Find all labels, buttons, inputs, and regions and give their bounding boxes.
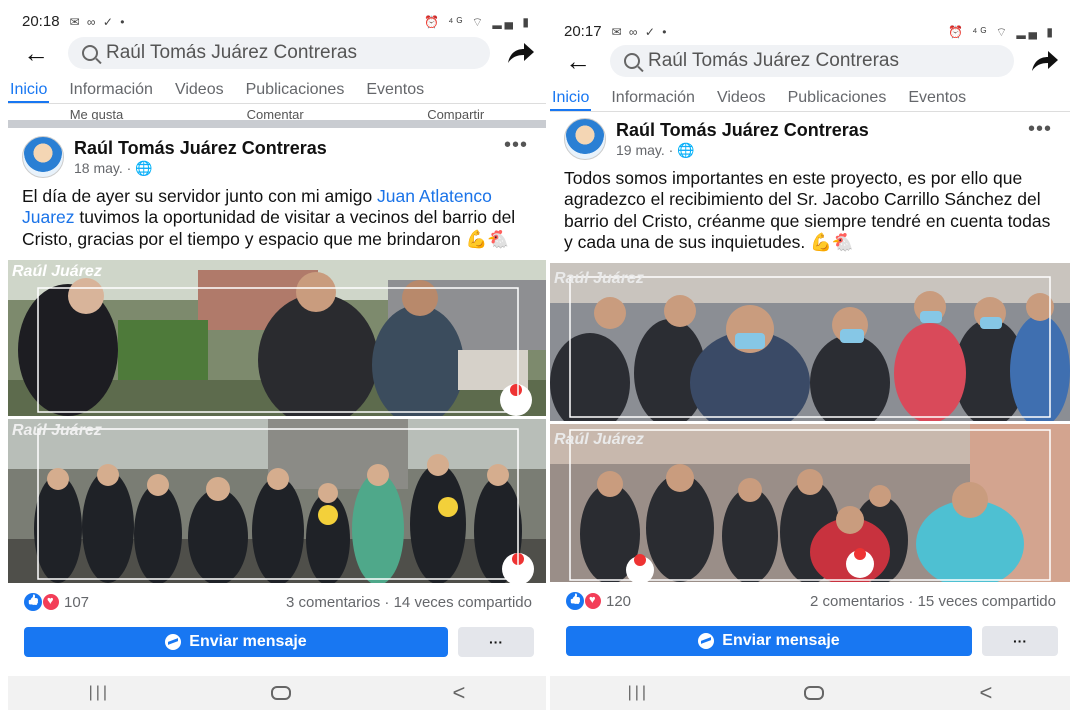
post-header: Raúl Tomás Juárez Contreras 19 may. · 🌐 … bbox=[550, 112, 1070, 164]
photo-watermark: Raúl Juárez bbox=[12, 422, 102, 439]
send-message-label: Enviar mensaje bbox=[189, 633, 307, 651]
reactions-bar: 107 3 comentarios · 14 veces compartido bbox=[8, 583, 546, 621]
tab-eventos[interactable]: Eventos bbox=[366, 81, 424, 99]
recent-apps-icon[interactable]: ||| bbox=[89, 684, 110, 702]
home-icon[interactable] bbox=[271, 686, 292, 700]
action-buttons: Enviar mensaje ··· bbox=[550, 620, 1070, 657]
tab-informacion[interactable]: Información bbox=[69, 81, 153, 99]
reaction-count: 107 bbox=[64, 593, 90, 611]
recent-apps-icon[interactable]: ||| bbox=[628, 684, 649, 702]
reactions-bar: 120 2 comentarios · 15 veces compartido bbox=[550, 582, 1070, 620]
home-icon[interactable] bbox=[804, 686, 825, 700]
messenger-icon bbox=[698, 633, 715, 650]
notification-icons: ✉ ∞ ✓ • bbox=[69, 14, 127, 29]
send-message-button[interactable]: Enviar mensaje bbox=[24, 627, 448, 658]
love-icon bbox=[42, 593, 60, 612]
reaction-summary[interactable]: 120 bbox=[566, 592, 632, 611]
page-tabs: Inicio Información Videos Publicaciones … bbox=[550, 82, 1070, 112]
globe-icon: 🌐 bbox=[677, 141, 695, 158]
top-bar: ← Raúl Tomás Juárez Contreras bbox=[8, 32, 546, 74]
left-screenshot: 20:18 ✉ ∞ ✓ • ⏰ ⁴ᴳ ⌔ ▂▄ ▮ ← Raúl Tomás J… bbox=[8, 0, 546, 710]
top-bar: ← Raúl Tomás Juárez Contreras bbox=[550, 40, 1070, 82]
photo-watermark: Raúl Juárez bbox=[554, 431, 644, 448]
photo-watermark: Raúl Juárez bbox=[12, 263, 102, 280]
previous-post-actions: Me gusta Comentar Compartir bbox=[8, 104, 546, 120]
post-date-text: 19 may. · bbox=[616, 141, 678, 158]
search-icon bbox=[624, 53, 640, 69]
share-action[interactable]: Compartir bbox=[427, 108, 484, 120]
search-text: Raúl Tomás Juárez Contreras bbox=[106, 42, 357, 63]
status-time: 20:17 bbox=[564, 23, 602, 40]
android-nav-bar: ||| < bbox=[550, 676, 1070, 710]
post-author[interactable]: Raúl Tomás Juárez Contreras bbox=[616, 120, 869, 141]
search-icon bbox=[82, 45, 98, 61]
status-time: 20:18 bbox=[22, 13, 60, 30]
avatar[interactable] bbox=[22, 136, 64, 178]
back-arrow-icon[interactable]: ← bbox=[560, 48, 596, 74]
post-photo-top[interactable]: Raúl Juárez bbox=[8, 260, 546, 417]
more-dots-icon[interactable]: ••• bbox=[504, 134, 528, 157]
status-bar: 20:18 ✉ ∞ ✓ • ⏰ ⁴ᴳ ⌔ ▂▄ ▮ bbox=[8, 0, 546, 32]
page-tabs: Inicio Información Videos Publicaciones … bbox=[8, 74, 546, 104]
post-text: El día de ayer su servidor junto con mi … bbox=[8, 182, 546, 260]
post-photo-bottom[interactable]: Raúl Juárez bbox=[550, 424, 1070, 583]
comment-action[interactable]: Comentar bbox=[247, 108, 304, 120]
globe-icon: 🌐 bbox=[135, 159, 153, 176]
tab-publicaciones[interactable]: Publicaciones bbox=[788, 89, 887, 107]
post-text-part: El día de ayer su servidor junto con mi … bbox=[22, 186, 378, 206]
post-date: 19 may. · 🌐 bbox=[616, 142, 869, 159]
send-message-button[interactable]: Enviar mensaje bbox=[566, 626, 972, 657]
share-arrow-icon[interactable] bbox=[504, 41, 536, 65]
right-screenshot: 20:17 ✉ ∞ ✓ • ⏰ ⁴ᴳ ⌔ ▂▄ ▮ ← Raúl Tomás J… bbox=[550, 0, 1070, 710]
more-options-button[interactable]: ··· bbox=[982, 626, 1058, 657]
more-dots-icon[interactable]: ••• bbox=[1028, 118, 1052, 141]
search-field[interactable]: Raúl Tomás Juárez Contreras bbox=[610, 45, 1014, 77]
like-icon bbox=[24, 593, 42, 612]
like-icon bbox=[566, 592, 584, 611]
post-separator bbox=[8, 120, 546, 128]
action-buttons: Enviar mensaje ··· bbox=[8, 621, 546, 658]
love-icon bbox=[584, 592, 602, 611]
notification-icons: ✉ ∞ ✓ • bbox=[611, 24, 669, 39]
nav-back-icon[interactable]: < bbox=[980, 680, 993, 706]
tab-publicaciones[interactable]: Publicaciones bbox=[246, 81, 345, 99]
share-arrow-icon[interactable] bbox=[1028, 49, 1060, 73]
post-date-text: 18 may. · bbox=[74, 159, 136, 176]
back-arrow-icon[interactable]: ← bbox=[18, 40, 54, 66]
android-nav-bar: ||| < bbox=[8, 676, 546, 710]
post-text: Todos somos importantes en este proyecto… bbox=[564, 168, 1051, 253]
post-date: 18 may. · 🌐 bbox=[74, 160, 327, 177]
post-header: Raúl Tomás Juárez Contreras 18 may. · 🌐 … bbox=[8, 128, 546, 182]
tab-inicio[interactable]: Inicio bbox=[550, 89, 592, 111]
tab-informacion[interactable]: Información bbox=[611, 89, 695, 107]
engagement-stats[interactable]: 3 comentarios · 14 veces compartido bbox=[286, 594, 532, 611]
tab-videos[interactable]: Videos bbox=[717, 89, 766, 107]
post-photo-bottom[interactable]: Raúl Juárez bbox=[8, 419, 546, 584]
search-field[interactable]: Raúl Tomás Juárez Contreras bbox=[68, 37, 490, 69]
reaction-count: 120 bbox=[606, 592, 632, 610]
avatar[interactable] bbox=[564, 118, 606, 160]
tab-eventos[interactable]: Eventos bbox=[908, 89, 966, 107]
photo-watermark: Raúl Juárez bbox=[554, 270, 644, 287]
system-status-icons: ⏰ ⁴ᴳ ⌔ ▂▄ ▮ bbox=[423, 15, 532, 29]
messenger-icon bbox=[165, 634, 182, 651]
post-photo-top[interactable]: Raúl Juárez bbox=[550, 263, 1070, 422]
tab-videos[interactable]: Videos bbox=[175, 81, 224, 99]
system-status-icons: ⏰ ⁴ᴳ ⌔ ▂▄ ▮ bbox=[947, 25, 1056, 39]
engagement-stats[interactable]: 2 comentarios · 15 veces compartido bbox=[810, 593, 1056, 610]
reaction-summary[interactable]: 107 bbox=[24, 593, 90, 612]
more-options-button[interactable]: ··· bbox=[458, 627, 534, 658]
status-bar: 20:17 ✉ ∞ ✓ • ⏰ ⁴ᴳ ⌔ ▂▄ ▮ bbox=[550, 0, 1070, 40]
post-text-part: tuvimos la oportunidad de visitar a veci… bbox=[22, 207, 516, 249]
post-author[interactable]: Raúl Tomás Juárez Contreras bbox=[74, 138, 327, 159]
search-text: Raúl Tomás Juárez Contreras bbox=[648, 50, 899, 71]
tab-inicio[interactable]: Inicio bbox=[8, 81, 50, 103]
like-action[interactable]: Me gusta bbox=[70, 108, 123, 120]
nav-back-icon[interactable]: < bbox=[453, 680, 466, 706]
send-message-label: Enviar mensaje bbox=[722, 632, 840, 650]
